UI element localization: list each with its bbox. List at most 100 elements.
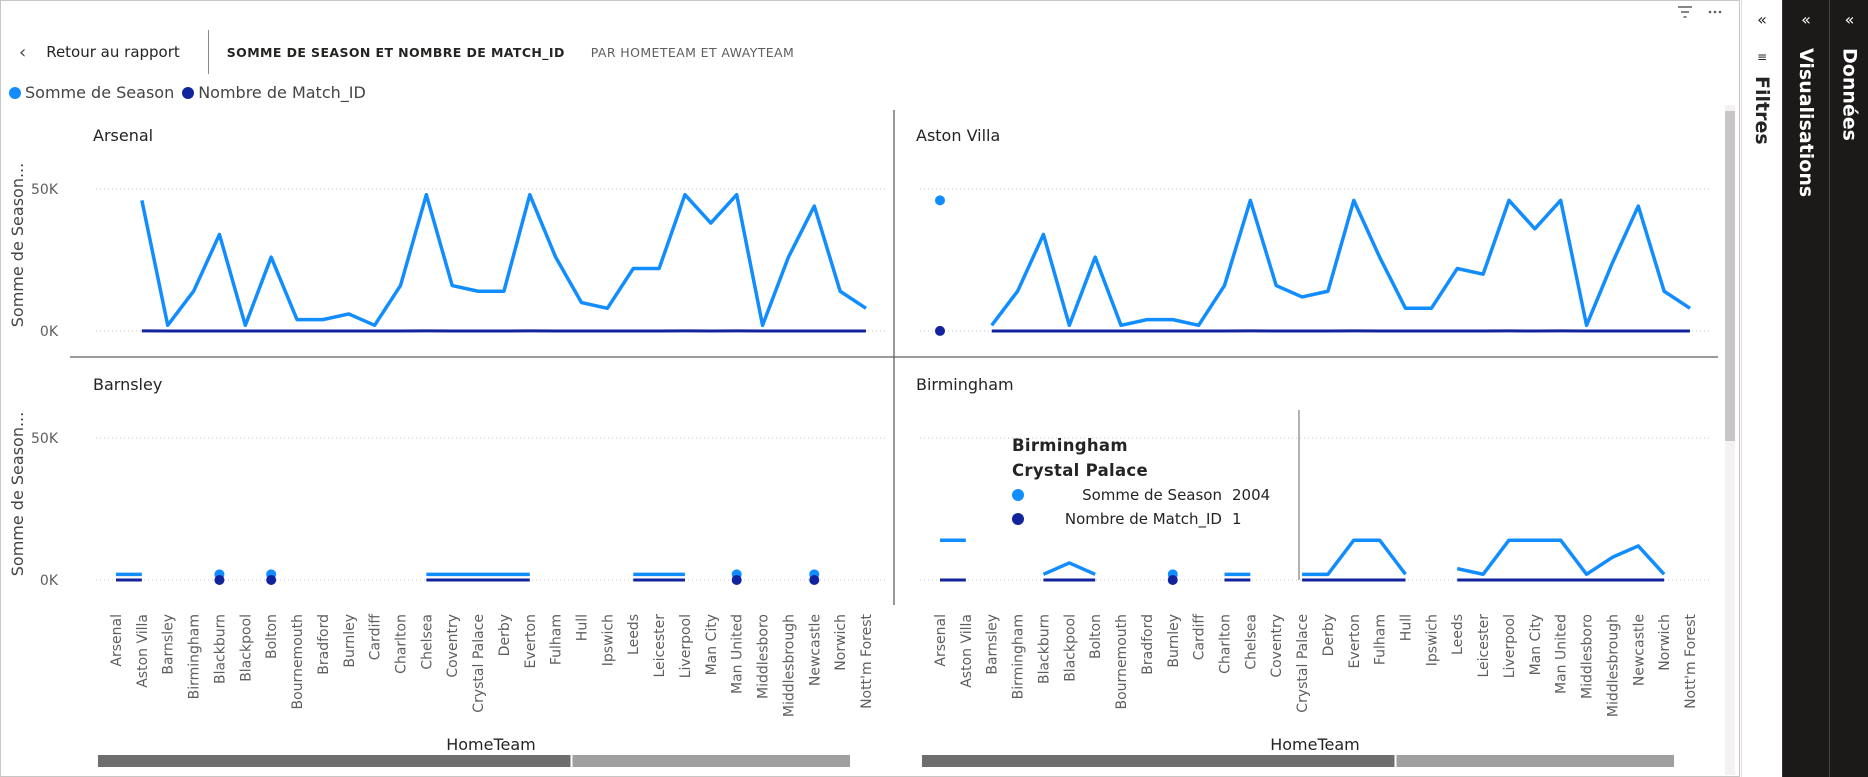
x-tick-label: Man City (1528, 614, 1544, 675)
y-axis-label: Somme de Season... (8, 412, 27, 576)
x-tick-label: Hull (575, 614, 591, 641)
x-tick-label: Newcastle (807, 614, 823, 686)
x-tick-label: Fulham (549, 614, 565, 665)
x-tick-label: Liverpool (1502, 614, 1518, 678)
x-tick-label: Cardiff (368, 614, 384, 661)
visualisations-pane-label: Visualisations (1795, 48, 1817, 198)
x-scrollbar-track (1396, 755, 1674, 767)
x-tick-label: Crystal Palace (471, 614, 487, 713)
x-tick-label: Everton (1347, 614, 1363, 668)
x-tick-label: Arsenal (933, 614, 949, 667)
series-line (990, 198, 1691, 328)
small-multiples-chart: Arsenal0K50KSomme de Season...Aston Vill… (8, 110, 1718, 767)
x-tick-label: Norwich (1657, 614, 1673, 671)
chart-tooltip: Birmingham Crystal Palace Somme de Seaso… (1012, 436, 1270, 528)
x-tick-label: Bradford (1140, 614, 1156, 675)
tooltip-dot-icon (1012, 489, 1024, 501)
panel-title: Aston Villa (916, 126, 1000, 145)
data-point (731, 574, 742, 585)
tooltip-title: Birmingham (1012, 436, 1128, 455)
collapse-icon[interactable]: « (1845, 10, 1855, 29)
x-tick-label: Cardiff (1192, 614, 1208, 661)
x-tick-label: Middlesbrough (781, 614, 797, 717)
tooltip-label: Nombre de Match_ID (1064, 510, 1222, 528)
x-tick-label: Leeds (1450, 614, 1466, 655)
x-tick-label: Bradford (316, 614, 332, 675)
filter-pane-icon: ≡ (1756, 50, 1768, 64)
donnees-pane[interactable]: « Données (1829, 0, 1868, 777)
x-tick-label: Nott'm Forest (1683, 613, 1699, 708)
tooltip-dot-icon (1012, 513, 1024, 525)
x-tick-label: Leeds (626, 614, 642, 655)
x-tick-label: Burnley (1166, 614, 1182, 668)
x-tick-label: Norwich (833, 614, 849, 671)
x-tick-label: Middlesbrough (1605, 614, 1621, 717)
filters-pane-label: Filtres (1751, 76, 1773, 145)
series-line (1456, 538, 1666, 577)
x-tick-label: Ipswich (600, 614, 616, 666)
y-tick-label: 50K (31, 182, 59, 198)
x-scrollbar-thumb (98, 755, 571, 767)
data-point (809, 574, 820, 585)
x-tick-label: Chelsea (419, 614, 435, 670)
data-point (1167, 574, 1178, 585)
x-tick-label: Crystal Palace (1295, 614, 1311, 713)
collapse-icon[interactable]: « (1801, 10, 1811, 29)
x-tick-label: Hull (1399, 614, 1415, 641)
x-tick-label: Nott'm Forest (859, 613, 875, 708)
x-tick-label: Derby (497, 614, 513, 656)
series-line (140, 192, 867, 328)
data-point (935, 325, 945, 336)
filters-pane[interactable]: « ≡ Filtres (1741, 0, 1782, 777)
panel-title: Arsenal (93, 126, 153, 145)
tooltip-row: Somme de Season 2004 (1012, 486, 1270, 504)
donnees-pane-label: Données (1838, 48, 1861, 141)
x-tick-label: Man United (730, 614, 746, 694)
x-tick-label: Barnsley (985, 614, 1001, 675)
x-scrollbar-thumb (922, 755, 1395, 767)
x-axis-label: HomeTeam (446, 735, 536, 754)
y-axis-label: Somme de Season... (8, 163, 27, 327)
y-tick-label: 0K (40, 573, 59, 589)
data-point (935, 195, 945, 206)
x-tick-label: Barnsley (161, 614, 177, 675)
x-tick-label: Bolton (264, 614, 280, 659)
x-tick-label: Man United (1554, 614, 1570, 694)
x-tick-label: Bournemouth (290, 614, 306, 709)
x-tick-label: Everton (523, 614, 539, 668)
x-tick-label: Leicester (1476, 614, 1492, 678)
x-tick-label: Coventry (1269, 614, 1285, 678)
y-tick-label: 50K (31, 431, 59, 447)
x-tick-label: Blackburn (1036, 614, 1052, 684)
collapse-icon[interactable]: « (1757, 10, 1767, 29)
x-tick-label: Middlesboro (1580, 614, 1596, 699)
data-point (214, 574, 225, 585)
x-tick-label: Birmingham (187, 614, 203, 699)
x-tick-label: Charlton (1217, 614, 1233, 674)
tooltip-label: Somme de Season (1082, 486, 1222, 504)
x-tick-label: Birmingham (1011, 614, 1027, 699)
x-tick-label: Arsenal (109, 614, 125, 667)
x-tick-label: Derby (1321, 614, 1337, 656)
y-tick-label: 0K (40, 324, 59, 340)
x-tick-label: Bolton (1088, 614, 1104, 659)
data-point (266, 574, 277, 585)
visualisations-pane[interactable]: « Visualisations (1782, 0, 1829, 777)
x-tick-label: Bournemouth (1114, 614, 1130, 709)
x-tick-label: Liverpool (678, 614, 694, 678)
series-line (1302, 538, 1407, 577)
tooltip-value: 2004 (1232, 486, 1271, 504)
tooltip-value: 1 (1232, 510, 1242, 528)
x-tick-label: Blackburn (212, 614, 228, 684)
x-tick-label: Chelsea (1243, 614, 1259, 670)
x-tick-label: Charlton (393, 614, 409, 674)
x-tick-label: Man City (704, 614, 720, 675)
tooltip-subtitle: Crystal Palace (1012, 461, 1148, 480)
x-tick-label: Ipswich (1424, 614, 1440, 666)
x-tick-label: Burnley (342, 614, 358, 668)
x-axis-label: HomeTeam (1270, 735, 1360, 754)
tooltip-row: Nombre de Match_ID 1 (1012, 510, 1270, 528)
x-tick-label: Fulham (1373, 614, 1389, 665)
x-tick-label: Aston Villa (959, 614, 975, 688)
x-tick-label: Newcastle (1631, 614, 1647, 686)
